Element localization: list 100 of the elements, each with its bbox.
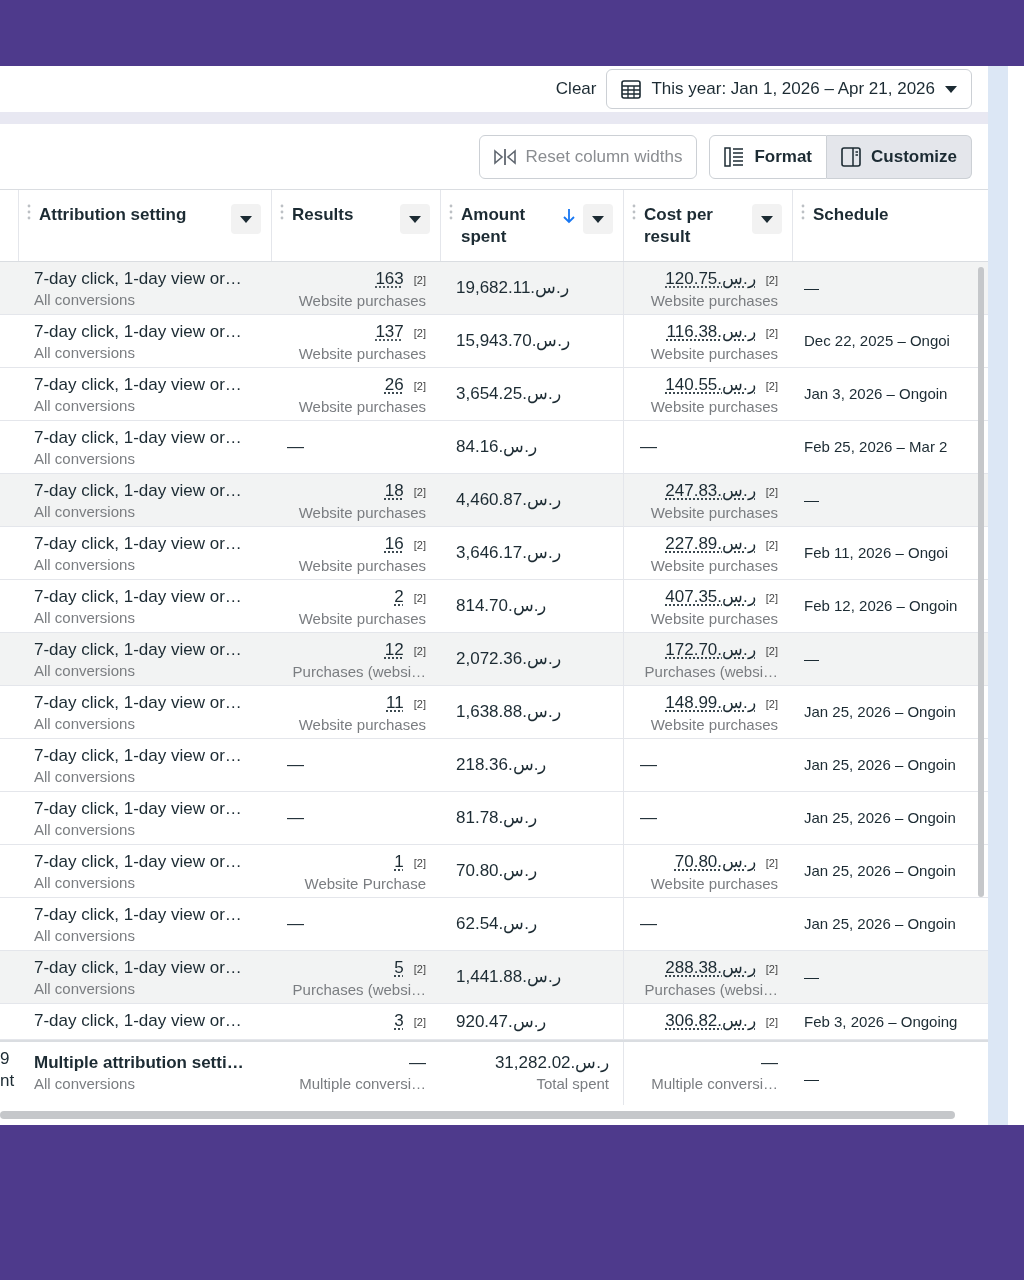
footnote-marker: [2] — [765, 591, 778, 606]
column-menu-button[interactable] — [583, 204, 613, 234]
cost-value[interactable]: 227.89.ر.س — [665, 533, 756, 555]
empty-value: — — [287, 913, 304, 935]
attribution-text: 7-day click, 1-day view or… — [34, 321, 243, 343]
results-value[interactable]: 11 — [386, 692, 404, 714]
schedule-text: Jan 25, 2026 – Ongoin — [804, 702, 957, 722]
result-type: Multiple conversi… — [651, 1074, 778, 1094]
column-menu-button[interactable] — [400, 204, 430, 234]
vertical-scrollbar[interactable] — [978, 267, 984, 897]
schedule-text: Jan 25, 2026 – Ongoin — [804, 914, 957, 934]
results-value[interactable]: 2 — [394, 586, 404, 608]
result-type: Website purchases — [298, 397, 426, 417]
conversion-note: All conversions — [34, 396, 136, 416]
column-header[interactable]: Schedule — [813, 204, 978, 227]
table-cell-text: nt — [0, 1070, 16, 1092]
cost-value[interactable]: 172.70.ر.س — [665, 639, 756, 661]
footnote-marker: [2] — [765, 326, 778, 341]
conversion-note: All conversions — [34, 767, 136, 787]
caret-icon — [240, 215, 252, 223]
result-type: Purchases (websi… — [292, 980, 426, 1000]
empty-value: — — [287, 754, 304, 776]
empty-value: — — [761, 1052, 778, 1074]
attribution-text: 7-day click, 1-day view or… — [34, 1010, 243, 1032]
footnote-marker: [2] — [765, 697, 778, 712]
amount-spent: 19,682.11.ر.س — [456, 277, 570, 299]
results-value[interactable]: 5 — [394, 957, 404, 979]
results-value[interactable]: 18 — [384, 480, 404, 502]
footnote-marker: [2] — [413, 1015, 426, 1030]
drag-handle-icon — [449, 204, 453, 220]
empty-value: — — [409, 1052, 426, 1074]
cost-value[interactable]: 247.83.ر.س — [665, 480, 756, 502]
cost-value[interactable]: 70.80.ر.س — [674, 851, 756, 873]
attribution-text: 7-day click, 1-day view or… — [34, 639, 243, 661]
schedule-text: Jan 3, 2026 – Ongoin — [804, 384, 949, 404]
amount-spent: 62.54.ر.س — [456, 913, 538, 935]
cost-value[interactable]: 306.82.ر.س — [665, 1010, 756, 1032]
results-value[interactable]: 137 — [375, 321, 404, 343]
footnote-marker: [2] — [413, 962, 426, 977]
result-type: Website purchases — [298, 556, 426, 576]
amount-spent: 3,654.25.ر.س — [456, 383, 562, 405]
result-type: Website purchases — [298, 291, 426, 311]
amount-spent: 70.80.ر.س — [456, 860, 538, 882]
results-value[interactable]: 1 — [394, 851, 404, 873]
schedule-text: — — [804, 490, 820, 510]
attribution-text: 7-day click, 1-day view or… — [34, 692, 243, 714]
amount-spent: 84.16.ر.س — [456, 436, 538, 458]
footnote-marker: [2] — [413, 697, 426, 712]
column-header[interactable]: Cost per result — [644, 204, 744, 249]
table-cell-text: 9 — [0, 1048, 11, 1070]
attribution-text: 7-day click, 1-day view or… — [34, 533, 243, 555]
amount-spent: 31,282.02.ر.س — [494, 1052, 609, 1074]
toolbar-button[interactable]: Customize — [827, 134, 972, 179]
conversion-note: All conversions — [34, 661, 136, 681]
result-type: Website purchases — [650, 503, 778, 523]
cost-value[interactable]: 288.38.ر.س — [665, 957, 756, 979]
attribution-text: 7-day click, 1-day view or… — [34, 798, 243, 820]
cost-value[interactable]: 407.35.ر.س — [665, 586, 756, 608]
resize-columns-icon — [493, 147, 516, 166]
date-range-button[interactable]: This year: Jan 1, 2026 – Apr 21, 2026 — [606, 69, 972, 109]
results-value[interactable]: 16 — [384, 533, 404, 555]
schedule-text: Jan 25, 2026 – Ongoin — [804, 755, 957, 775]
toolbar-button[interactable]: Format — [709, 134, 828, 179]
result-type: Website purchases — [650, 874, 778, 894]
results-value[interactable]: 26 — [384, 374, 404, 396]
horizontal-scrollbar[interactable] — [0, 1111, 955, 1119]
schedule-text: Jan 25, 2026 – Ongoin — [804, 861, 957, 881]
cost-value[interactable]: 148.99.ر.س — [665, 692, 756, 714]
cost-value[interactable]: 120.75.ر.س — [665, 268, 756, 290]
conversion-note: All conversions — [34, 873, 136, 893]
column-menu-button[interactable] — [752, 204, 782, 234]
conversion-note: All conversions — [34, 1074, 136, 1094]
column-header[interactable]: Attribution setting — [39, 204, 223, 227]
amount-spent: 1,638.88.ر.س — [456, 701, 562, 723]
results-value[interactable]: 3 — [394, 1010, 404, 1032]
schedule-text: Feb 11, 2026 – Ongoi — [804, 543, 949, 563]
footnote-marker: [2] — [413, 644, 426, 659]
table-format-icon — [724, 146, 745, 167]
result-type: Website purchases — [650, 397, 778, 417]
column-header[interactable]: Results — [292, 204, 392, 227]
footnote-marker: [2] — [765, 856, 778, 871]
schedule-text: — — [804, 1068, 820, 1089]
footnote-marker: [2] — [765, 962, 778, 977]
drag-handle-icon — [27, 204, 31, 220]
caret-icon — [409, 215, 421, 223]
column-menu-button[interactable] — [231, 204, 261, 234]
schedule-text: Feb 12, 2026 – Ongoin — [804, 596, 959, 616]
column-header[interactable]: Amount spent — [461, 204, 555, 249]
clear-link[interactable]: Clear — [555, 76, 597, 102]
cost-value[interactable]: 140.55.ر.س — [665, 374, 756, 396]
results-value[interactable]: 163 — [375, 268, 404, 290]
cost-value[interactable]: 116.38.ر.س — [666, 321, 756, 343]
result-type: Purchases (websi… — [644, 980, 778, 1000]
results-value[interactable]: 12 — [384, 639, 404, 661]
drag-handle-icon — [280, 204, 284, 220]
schedule-text: Jan 25, 2026 – Ongoin — [804, 808, 957, 828]
empty-value: — — [640, 807, 657, 829]
total-label: Total spent — [536, 1074, 609, 1094]
caret-icon — [761, 215, 773, 223]
footnote-marker: [2] — [765, 379, 778, 394]
